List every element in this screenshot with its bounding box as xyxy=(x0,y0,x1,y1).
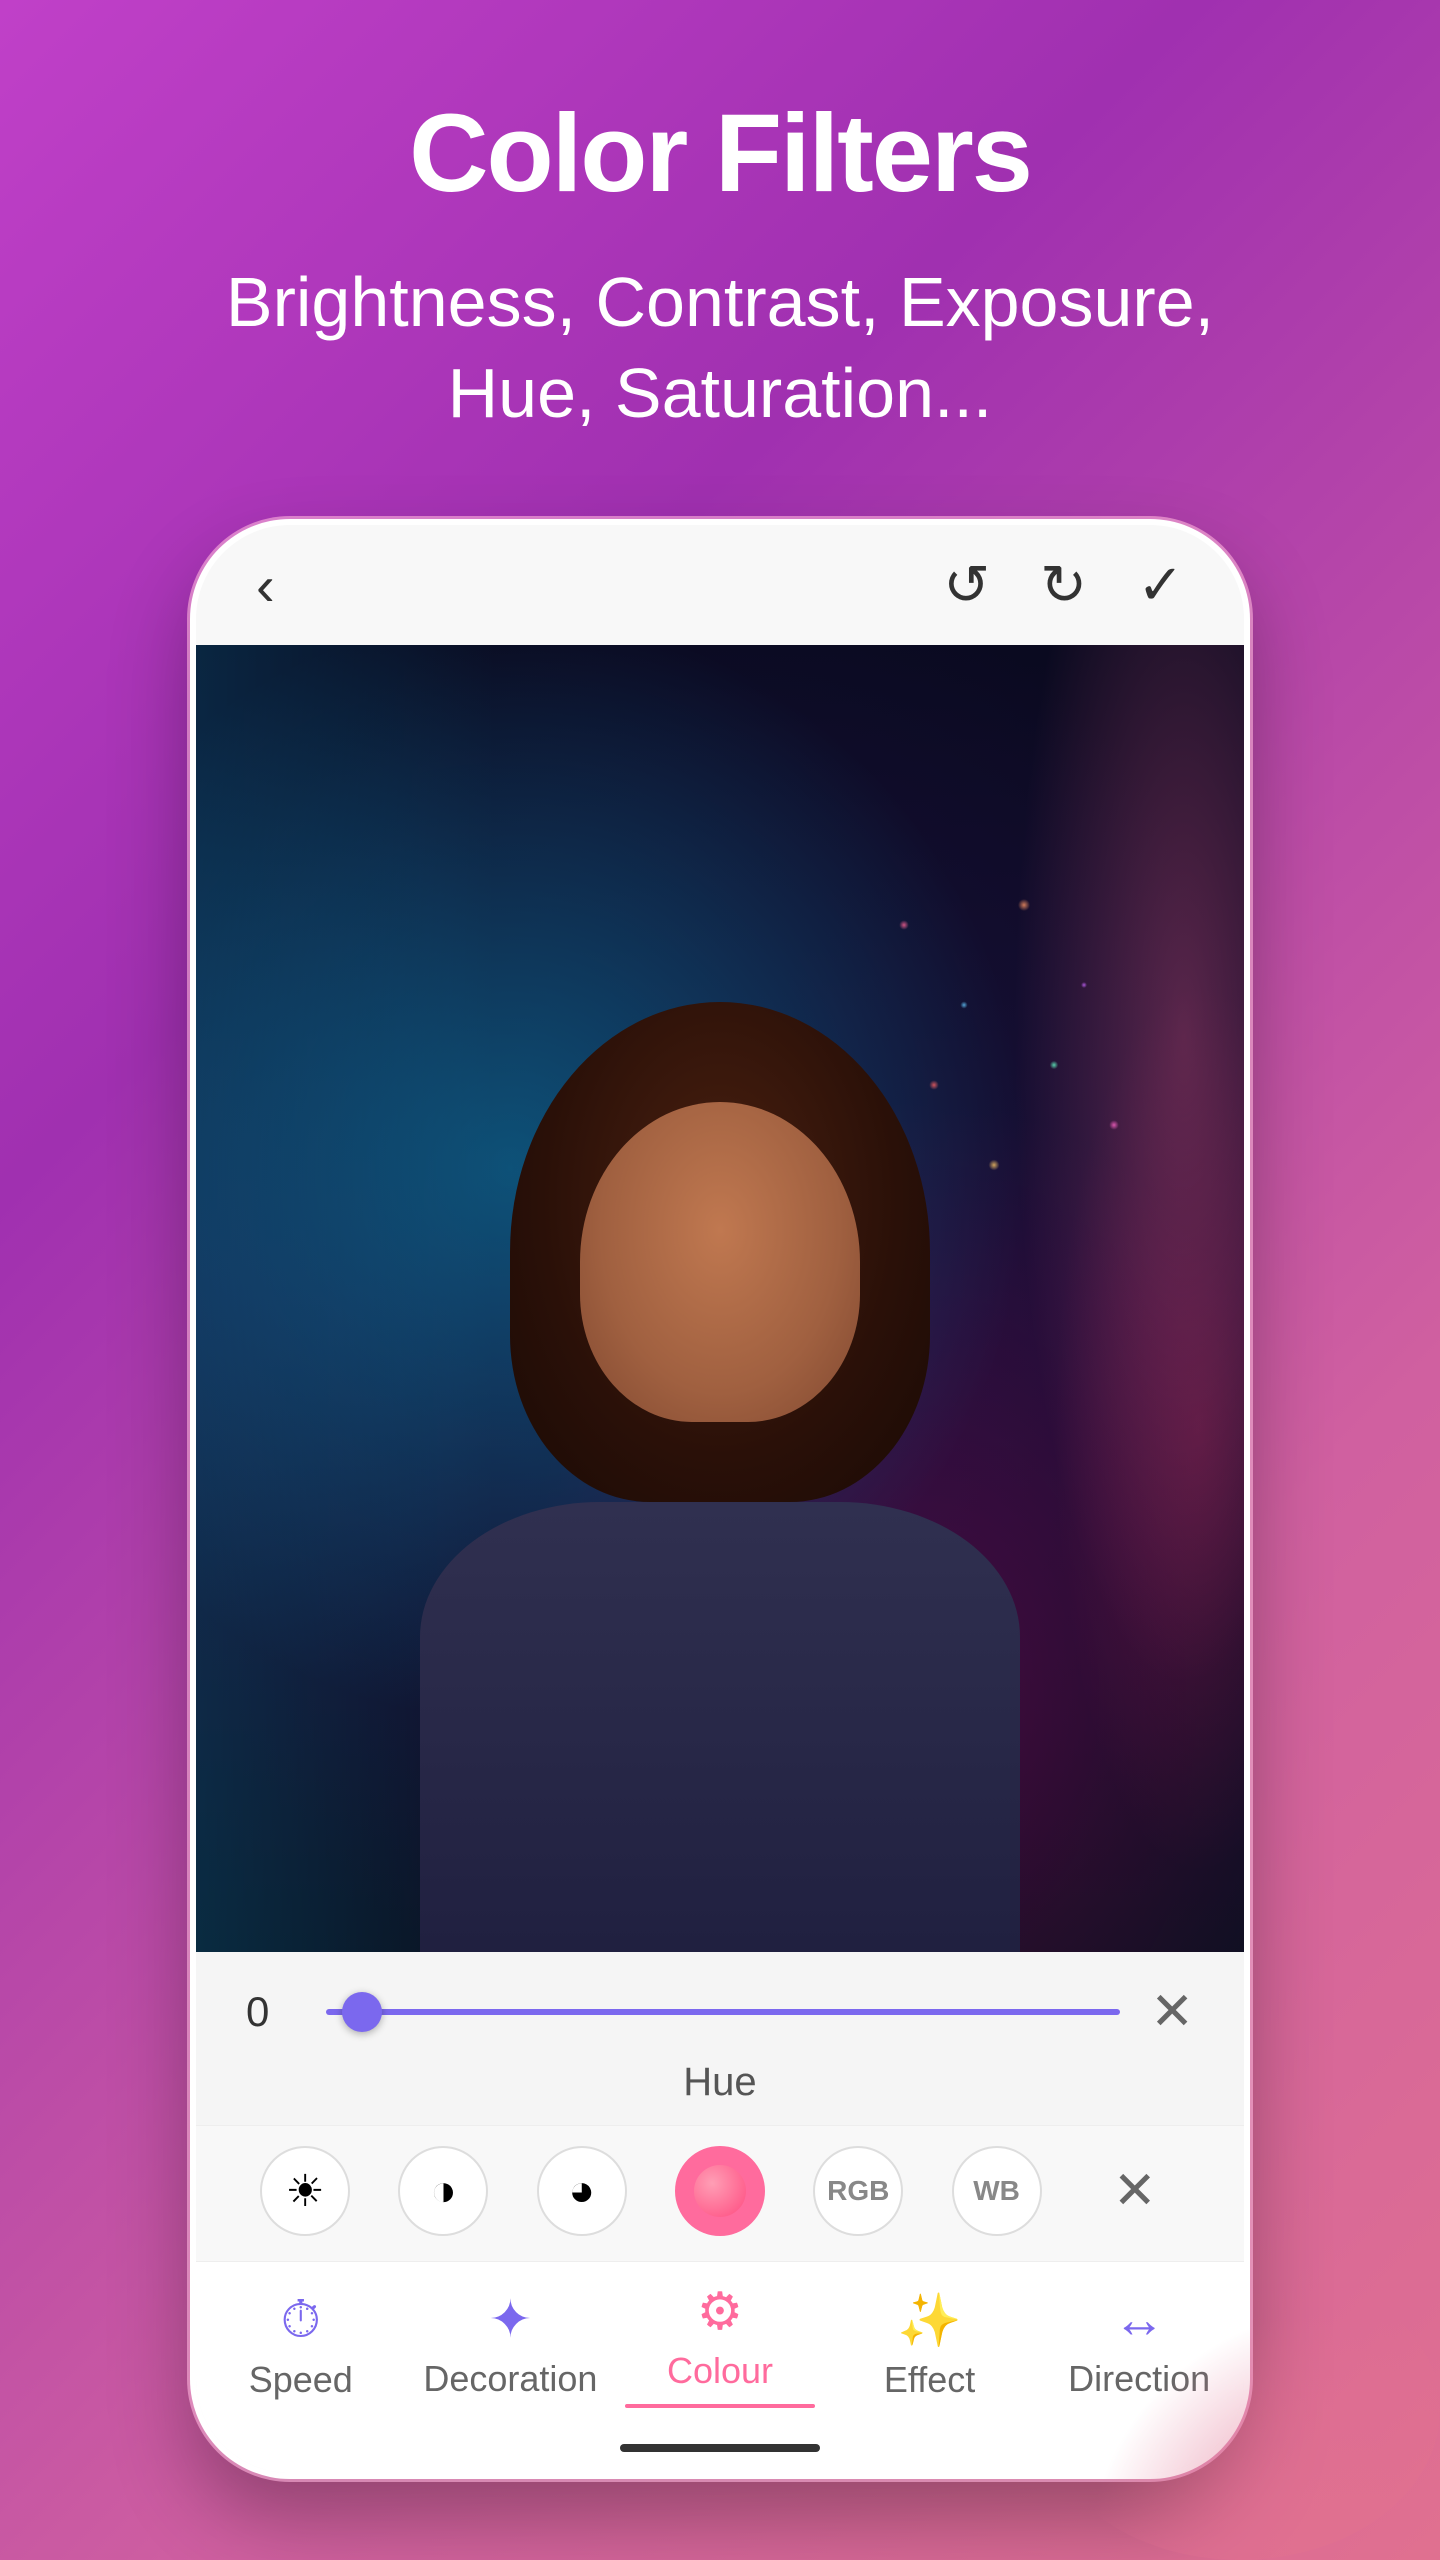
back-button[interactable]: ‹ xyxy=(256,553,275,618)
body xyxy=(420,1502,1020,1952)
page-title: Color Filters xyxy=(409,90,1031,217)
nav-colour-label: Colour xyxy=(667,2350,773,2392)
hue-slider-row: 0 ✕ xyxy=(196,1952,1244,2052)
exposure-icon: ◕ xyxy=(568,2166,595,2216)
rgb-icon: RGB xyxy=(827,2175,889,2207)
brightness-icon: ☀ xyxy=(285,2166,324,2217)
active-indicator xyxy=(625,2404,815,2408)
hue-icon xyxy=(694,2165,746,2217)
brightness-filter-button[interactable]: ☀ xyxy=(260,2146,350,2236)
hue-filter-button[interactable] xyxy=(675,2146,765,2236)
effect-icon: ✨ xyxy=(897,2290,962,2351)
close-icon: ✕ xyxy=(1113,2161,1157,2221)
nav-speed-label: Speed xyxy=(249,2359,353,2401)
redo-button[interactable]: ↻ xyxy=(1040,552,1087,618)
contrast-filter-button[interactable]: ◑ xyxy=(398,2146,488,2236)
decoration-icon: ✦ xyxy=(489,2290,533,2350)
rgb-filter-button[interactable]: RGB xyxy=(813,2146,903,2236)
slider-label: Hue xyxy=(196,2052,1244,2125)
slider-close-button[interactable]: ✕ xyxy=(1150,1982,1194,2042)
nav-item-decoration[interactable]: ✦ Decoration xyxy=(406,2262,616,2423)
speed-icon: ⏱ xyxy=(281,2290,322,2351)
nav-effect-label: Effect xyxy=(884,2359,975,2401)
phone-frame: ‹ ↺ ↻ ✓ 0 xyxy=(190,519,1250,2479)
home-bar xyxy=(620,2444,820,2452)
portrait-subject xyxy=(370,952,1070,1952)
phone-topbar: ‹ ↺ ↻ ✓ xyxy=(196,525,1244,645)
photo-canvas xyxy=(196,645,1244,1952)
confirm-button[interactable]: ✓ xyxy=(1137,552,1184,618)
page-subtitle: Brightness, Contrast, Exposure, Hue, Sat… xyxy=(170,257,1270,439)
nav-decoration-label: Decoration xyxy=(423,2358,597,2400)
nav-item-speed[interactable]: ⏱ Speed xyxy=(196,2262,406,2423)
bottom-decoration xyxy=(1040,2260,1440,2560)
wb-filter-button[interactable]: WB xyxy=(952,2146,1042,2236)
colour-icon: ⚙ xyxy=(697,2282,744,2342)
filter-close-button[interactable]: ✕ xyxy=(1090,2146,1180,2236)
slider-value: 0 xyxy=(246,1988,296,2036)
exposure-filter-button[interactable]: ◕ xyxy=(537,2146,627,2236)
phone-mockup: ‹ ↺ ↻ ✓ 0 xyxy=(190,519,1250,2479)
topbar-actions: ↺ ↻ ✓ xyxy=(943,552,1184,618)
nav-item-effect[interactable]: ✨ Effect xyxy=(825,2262,1035,2423)
contrast-icon: ◑ xyxy=(430,2166,457,2216)
nav-item-colour[interactable]: ⚙ Colour xyxy=(615,2262,825,2423)
undo-button[interactable]: ↺ xyxy=(943,552,990,618)
filter-icons-row: ☀ ◑ ◕ RGB WB ✕ xyxy=(196,2125,1244,2261)
wb-icon: WB xyxy=(973,2175,1020,2207)
face xyxy=(580,1102,860,1422)
slider-thumb[interactable] xyxy=(342,1992,382,2032)
hue-slider-track[interactable] xyxy=(326,2009,1120,2015)
